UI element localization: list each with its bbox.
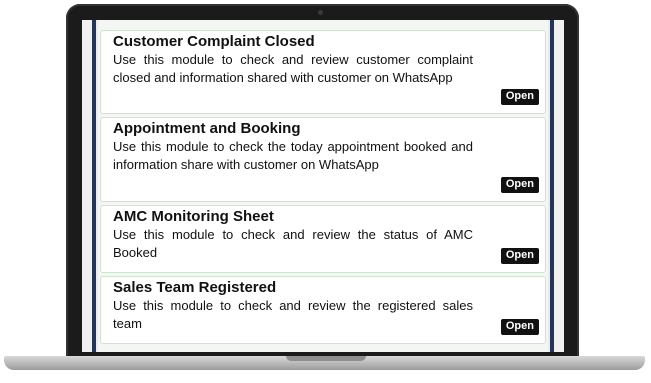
module-card-appointment-and-booking: Appointment and Booking Use this module …: [100, 117, 546, 202]
laptop-screen: Customer Complaint Closed Use this modul…: [82, 20, 564, 352]
accent-bar-left: [92, 20, 96, 352]
module-card-amc-monitoring-sheet: AMC Monitoring Sheet Use this module to …: [100, 205, 546, 273]
page-margin-left: [82, 20, 92, 352]
module-description: Use this module to check the today appoi…: [113, 139, 473, 172]
module-list: Customer Complaint Closed Use this modul…: [98, 20, 548, 352]
module-title: Sales Team Registered: [113, 279, 277, 296]
open-button[interactable]: Open: [500, 89, 539, 105]
module-title: AMC Monitoring Sheet: [113, 208, 274, 225]
module-card-sales-team-registered: Sales Team Registered Use this module to…: [100, 276, 546, 344]
module-description: Use this module to check and review the …: [113, 298, 473, 331]
module-title: Appointment and Booking: [113, 120, 301, 137]
laptop-base-notch: [286, 356, 366, 361]
module-card-customer-complaint-closed: Customer Complaint Closed Use this modul…: [100, 30, 546, 114]
camera-icon: [318, 10, 323, 15]
open-button[interactable]: Open: [500, 319, 539, 335]
module-description: Use this module to check and review cust…: [113, 52, 473, 85]
laptop-mockup: Customer Complaint Closed Use this modul…: [0, 0, 651, 383]
open-button[interactable]: Open: [500, 177, 539, 193]
module-description: Use this module to check and review the …: [113, 227, 473, 260]
open-button[interactable]: Open: [500, 248, 539, 264]
page-margin-right: [554, 20, 564, 352]
module-title: Customer Complaint Closed: [113, 33, 315, 50]
